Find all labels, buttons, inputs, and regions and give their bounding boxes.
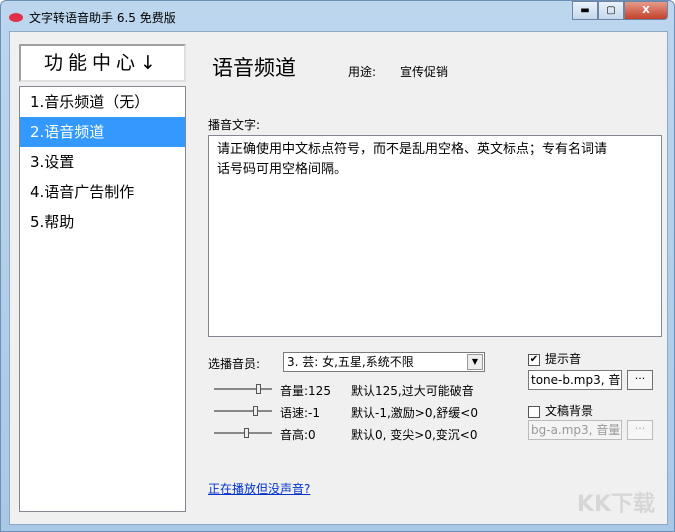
checkbox-unchecked-icon[interactable] [528, 405, 540, 418]
text-label: 播音文字: [208, 118, 261, 132]
prompt-tone-label: 提示音 [545, 352, 582, 366]
background-checkbox[interactable]: 文稿背景 [528, 402, 593, 419]
background-label: 文稿背景 [545, 404, 594, 418]
minimize-button[interactable]: ▬ [572, 1, 598, 20]
function-center-header[interactable]: 功能中心↓ [19, 44, 186, 82]
sidebar-item-voice-channel[interactable]: 2.语音频道 [20, 117, 185, 147]
background-field[interactable]: bg-a.mp3, 音量 [528, 420, 622, 440]
app-logo-icon [9, 12, 23, 22]
maximize-button[interactable]: ▢ [598, 1, 624, 20]
page-title: 语音频道 [212, 56, 296, 80]
app-window: 文字转语音助手 6.5 免费版 ▬ ▢ X 功能中心↓ 1.音乐频道（无） 2.… [0, 0, 675, 532]
sidebar-item-music-channel[interactable]: 1.音乐频道（无） [20, 87, 185, 117]
sidebar-item-voice-ad[interactable]: 4.语音广告制作 [20, 177, 185, 207]
prompt-tone-field[interactable]: tone-b.mp3, 音 [528, 370, 622, 390]
prompt-tone-browse-button[interactable]: ··· [627, 370, 653, 390]
pitch-label: 音高:0 [280, 428, 316, 442]
speed-hint: 默认-1,激励>0,舒缓<0 [351, 406, 478, 420]
speed-slider[interactable] [214, 406, 272, 416]
title-bar: 文字转语音助手 6.5 免费版 [9, 7, 176, 27]
broadcast-text-area[interactable]: 请正确使用中文标点符号，而不是乱用空格、英文标点；专有名词请 话号码可用空格间隔… [208, 135, 662, 337]
usage-label: 用途: [348, 65, 377, 79]
no-sound-help-link[interactable]: 正在播放但没声音? [208, 480, 310, 497]
voice-label: 选播音员: [208, 357, 261, 371]
window-title: 文字转语音助手 6.5 免费版 [29, 10, 176, 25]
pitch-hint: 默认0, 变尖>0,变沉<0 [351, 428, 478, 442]
background-browse-button[interactable]: ··· [627, 420, 653, 440]
function-list[interactable]: 1.音乐频道（无） 2.语音频道 3.设置 4.语音广告制作 5.帮助 [19, 86, 186, 512]
watermark: KK下载 [576, 492, 655, 517]
sidebar-item-settings[interactable]: 3.设置 [20, 147, 185, 177]
prompt-tone-checkbox[interactable]: ✔ 提示音 [528, 350, 581, 367]
pitch-slider[interactable] [214, 428, 272, 438]
voice-select[interactable]: 3. 芸: 女,五星,系统不限 ▼ [283, 352, 485, 372]
volume-hint: 默认125,过大可能破音 [351, 384, 474, 398]
chevron-down-icon[interactable]: ▼ [467, 354, 483, 370]
volume-label: 音量:125 [280, 384, 331, 398]
sidebar-item-help[interactable]: 5.帮助 [20, 207, 185, 237]
close-button[interactable]: X [624, 1, 668, 20]
checkbox-checked-icon[interactable]: ✔ [528, 353, 540, 366]
speed-label: 语速:-1 [280, 406, 321, 420]
usage-value: 宣传促销 [400, 65, 449, 79]
client-area: 功能中心↓ 1.音乐频道（无） 2.语音频道 3.设置 4.语音广告制作 5.帮… [9, 31, 668, 525]
voice-select-value: 3. 芸: 女,五星,系统不限 [287, 355, 414, 369]
volume-slider[interactable] [214, 384, 272, 394]
